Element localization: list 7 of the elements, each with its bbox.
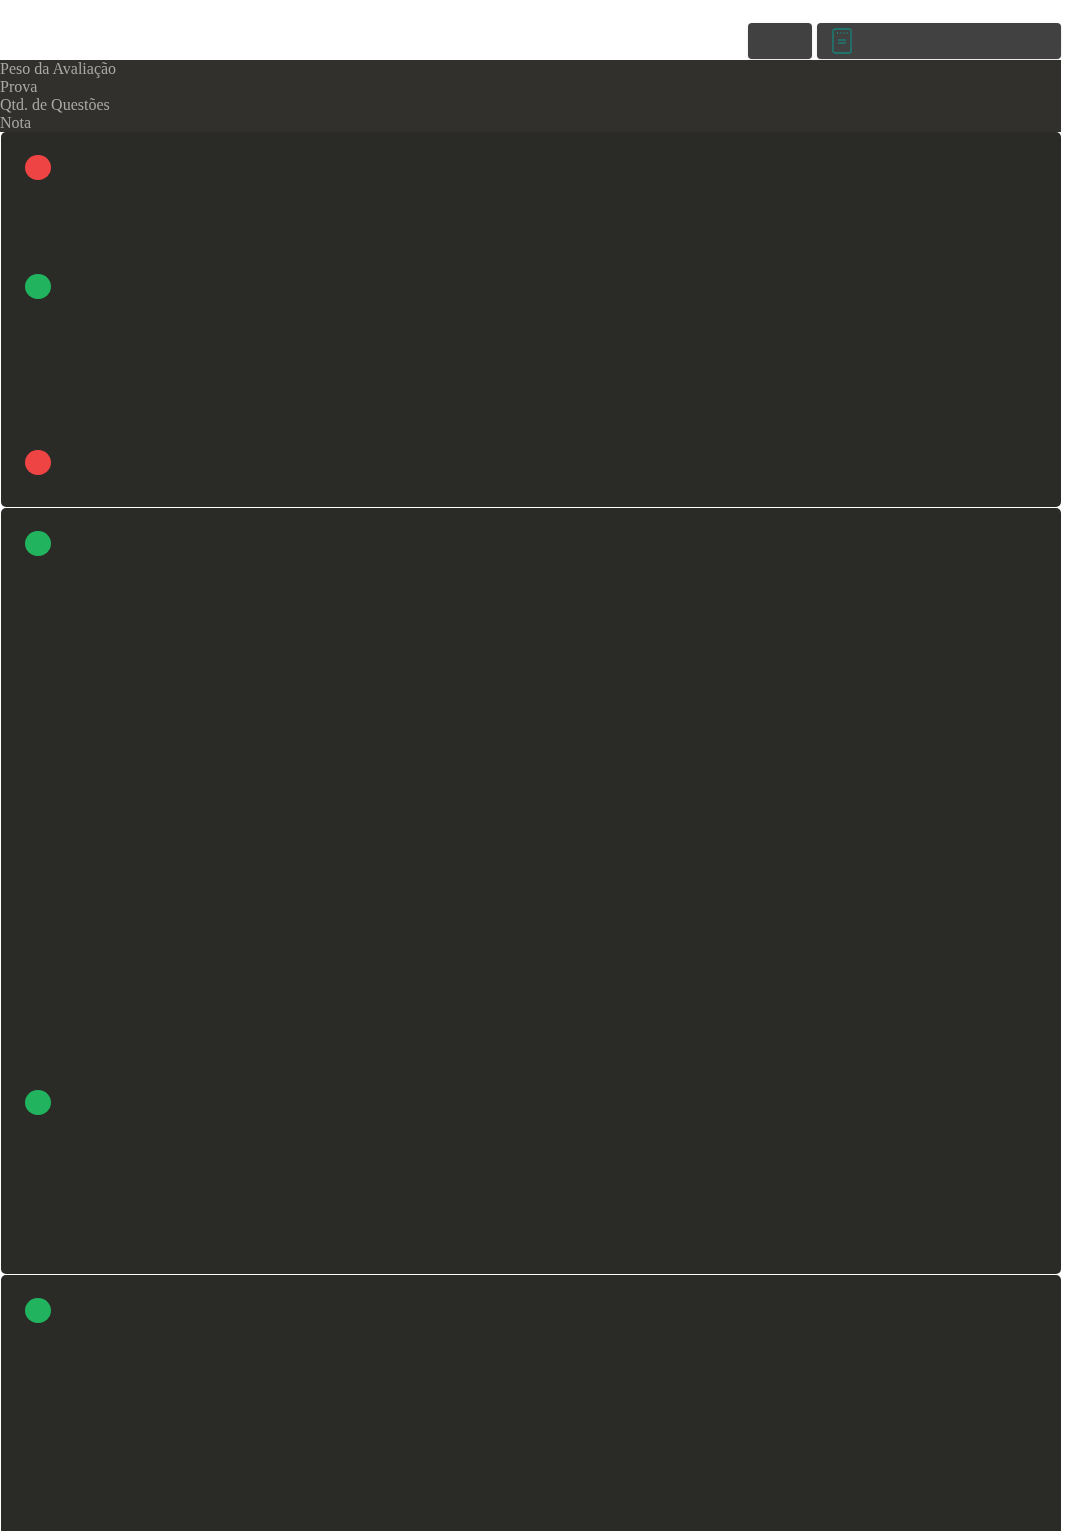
column-label: Qtd. de Questões [0,96,110,114]
column-label: Peso da Avaliação [0,60,117,78]
toolbar-button[interactable] [748,23,812,59]
notepad-icon [832,28,852,54]
column-label: Prova [0,78,38,96]
notes-button[interactable] [817,23,1061,59]
column-label: Nota [0,114,32,132]
